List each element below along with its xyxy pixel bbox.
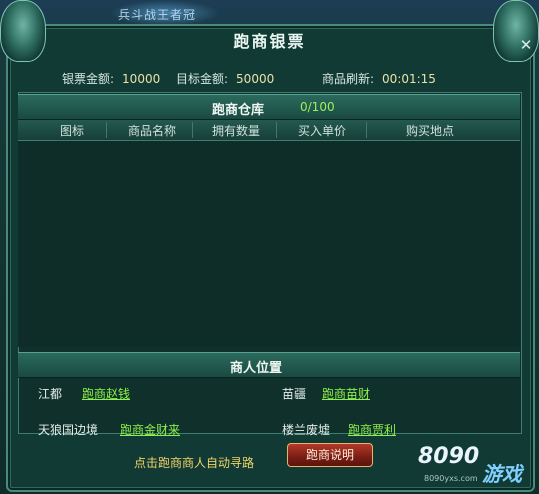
merchant-link[interactable]: 跑商金财来 xyxy=(120,421,180,438)
goods-table-header: 图标 商品名称 拥有数量 买入单价 购买地点 xyxy=(18,120,520,141)
scene-banner-text: 兵斗战王者冠 xyxy=(118,8,197,22)
location-label: 江都 xyxy=(38,387,63,401)
column-goods-name: 商品名称 xyxy=(128,124,177,138)
merchant-header: 商人位置 xyxy=(18,352,520,378)
column-divider xyxy=(106,122,107,138)
target-amount-label: 目标金额: xyxy=(176,72,229,86)
logo-number: 8090 xyxy=(418,444,480,469)
column-buy-price: 买入单价 xyxy=(298,124,347,138)
warehouse-count: 0/100 xyxy=(300,100,335,114)
location-label: 苗疆 xyxy=(282,387,307,401)
close-icon[interactable]: ✕ xyxy=(517,36,535,54)
target-amount-value: 50000 xyxy=(236,72,275,86)
goods-list[interactable] xyxy=(18,141,520,347)
merchant-link[interactable]: 跑商赵钱 xyxy=(82,385,130,402)
warehouse-header: 跑商仓库 0/100 xyxy=(18,94,520,120)
auto-pathfind-hint: 点击跑商商人自动寻路 xyxy=(134,456,255,470)
column-icon: 图标 xyxy=(60,124,85,138)
logo-chinese: 游戏 xyxy=(482,462,522,486)
column-divider xyxy=(366,122,367,138)
window-title: 跑商银票 xyxy=(233,32,306,51)
goods-refresh-time: 00:01:15 xyxy=(382,72,436,86)
site-watermark-logo: 8090 游戏 8090yxs.com xyxy=(418,444,536,488)
trade-help-button[interactable]: 跑商说明 xyxy=(287,443,373,467)
logo-url: 8090yxs.com xyxy=(424,474,478,483)
location-label: 楼兰废墟 xyxy=(282,423,331,437)
column-buy-location: 购买地点 xyxy=(406,124,455,138)
ticket-amount-label: 银票金额: xyxy=(62,72,115,86)
merchant-link[interactable]: 跑商贾利 xyxy=(348,421,396,438)
column-divider xyxy=(276,122,277,138)
merchant-title: 商人位置 xyxy=(230,361,283,376)
column-owned-quantity: 拥有数量 xyxy=(212,124,261,138)
ticket-amount: 银票金额: 10000 xyxy=(62,70,160,87)
warehouse-title: 跑商仓库 xyxy=(212,103,265,118)
goods-refresh: 商品刷新: 00:01:15 xyxy=(322,70,436,87)
ticket-amount-value: 10000 xyxy=(122,72,161,86)
location-label: 天狼国边境 xyxy=(38,423,99,437)
column-divider xyxy=(192,122,193,138)
merchant-link[interactable]: 跑商苗财 xyxy=(322,385,370,402)
goods-refresh-label: 商品刷新: xyxy=(322,72,375,86)
target-amount: 目标金额: 50000 xyxy=(176,70,274,87)
